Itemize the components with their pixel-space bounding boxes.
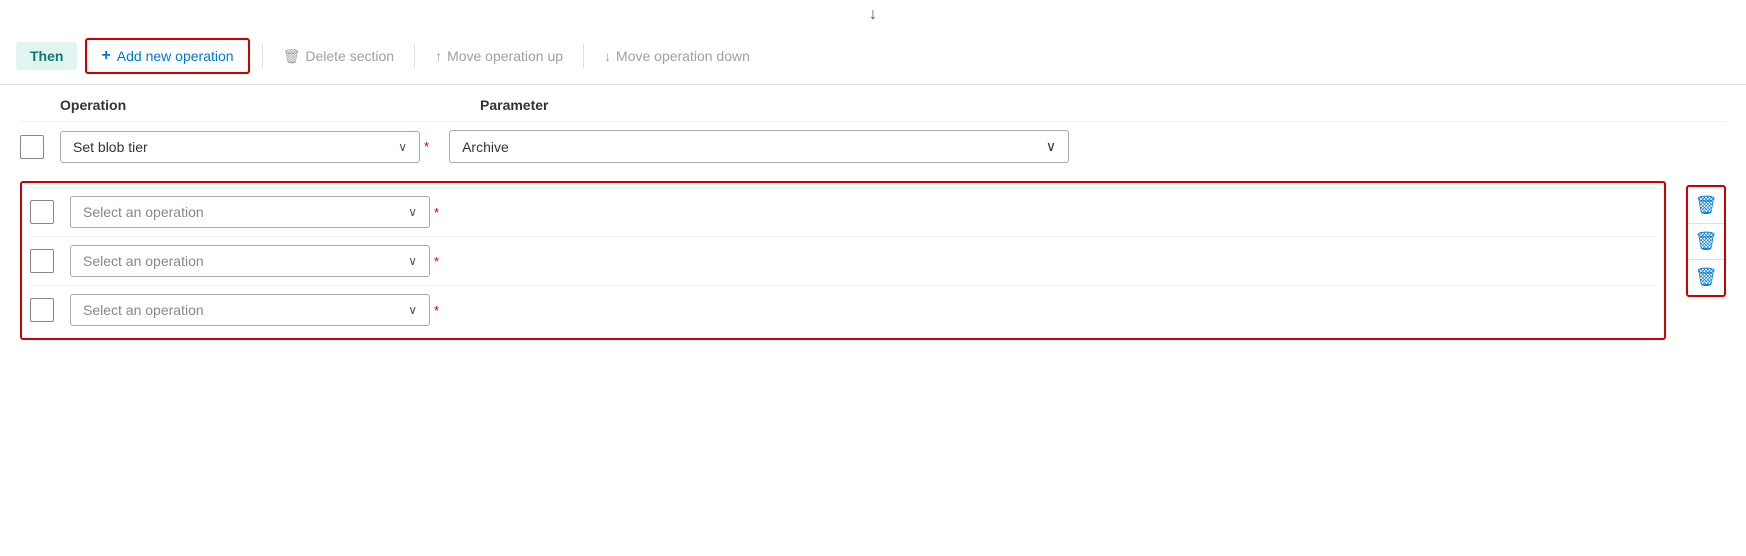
operation-column-header: Operation [60, 97, 460, 113]
separator-2 [414, 44, 415, 68]
delete-section-label: Delete section [305, 48, 394, 64]
first-row-operation-value: Set blob tier [73, 139, 148, 155]
select-row-2-checkbox[interactable] [30, 249, 54, 273]
main-content: Operation Parameter Set blob tier ∨ * Ar… [0, 85, 1746, 352]
select-row-2: Select an operation ∨ * [30, 236, 1656, 285]
delete-row-1-icon: 🗑 [1695, 195, 1718, 216]
select-row-3-required-star: * [434, 303, 439, 318]
select-row-3-placeholder: Select an operation [83, 302, 204, 318]
add-new-operation-button[interactable]: + Add new operation [85, 38, 249, 74]
first-row-operation-dropdown[interactable]: Set blob tier ∨ [60, 131, 420, 163]
select-operations-border: Select an operation ∨ * Select an operat… [20, 181, 1666, 340]
toolbar: Then + Add new operation 🗑 Delete sectio… [0, 28, 1746, 85]
select-row-3-checkbox[interactable] [30, 298, 54, 322]
move-up-label: Move operation up [447, 48, 563, 64]
select-row-1-chevron-icon: ∨ [408, 205, 417, 219]
plus-icon: + [101, 47, 110, 65]
move-down-label: Move operation down [616, 48, 750, 64]
select-row-1-placeholder: Select an operation [83, 204, 204, 220]
delete-section-icon: 🗑 [283, 48, 301, 65]
first-row-param-chevron-icon: ∨ [1046, 138, 1056, 155]
select-row-2-placeholder: Select an operation [83, 253, 204, 269]
select-row-2-required-star: * [434, 254, 439, 269]
move-up-icon: ↑ [435, 48, 442, 64]
select-row-1-checkbox[interactable] [30, 200, 54, 224]
delete-row-2-button[interactable]: 🗑 [1688, 223, 1724, 259]
column-headers: Operation Parameter [60, 97, 1726, 121]
delete-row-3-button[interactable]: 🗑 [1688, 259, 1724, 295]
select-row-3-dropdown[interactable]: Select an operation ∨ [70, 294, 430, 326]
move-down-icon: ↓ [604, 48, 611, 64]
select-row-2-chevron-icon: ∨ [408, 254, 417, 268]
delete-row-3-icon: 🗑 [1695, 267, 1718, 288]
first-row-checkbox[interactable] [20, 135, 44, 159]
select-row-1-dropdown[interactable]: Select an operation ∨ [70, 196, 430, 228]
separator-1 [262, 44, 263, 68]
first-row-required-star: * [424, 139, 429, 154]
first-row-parameter-dropdown[interactable]: Archive ∨ [449, 130, 1069, 163]
select-operations-section: Select an operation ∨ * Select an operat… [20, 177, 1726, 340]
delete-section-button[interactable]: 🗑 Delete section [275, 44, 403, 69]
select-row-3: Select an operation ∨ * [30, 285, 1656, 334]
delete-buttons-group: 🗑 🗑 🗑 [1686, 185, 1726, 297]
select-row-1-required-star: * [434, 205, 439, 220]
then-badge: Then [16, 42, 77, 70]
separator-3 [583, 44, 584, 68]
select-row-1: Select an operation ∨ * [30, 187, 1656, 236]
first-operation-row: Set blob tier ∨ * Archive ∨ [20, 121, 1726, 171]
top-arrow: ↓ [0, 0, 1746, 28]
select-row-2-dropdown[interactable]: Select an operation ∨ [70, 245, 430, 277]
add-new-label: Add new operation [117, 48, 234, 64]
move-up-button[interactable]: ↑ Move operation up [427, 44, 571, 68]
delete-row-1-button[interactable]: 🗑 [1688, 187, 1724, 223]
select-row-3-chevron-icon: ∨ [408, 303, 417, 317]
delete-row-2-icon: 🗑 [1695, 231, 1718, 252]
first-row-parameter-value: Archive [462, 139, 509, 155]
parameter-column-header: Parameter [480, 97, 549, 113]
move-down-button[interactable]: ↓ Move operation down [596, 44, 758, 68]
first-row-chevron-icon: ∨ [398, 140, 407, 154]
